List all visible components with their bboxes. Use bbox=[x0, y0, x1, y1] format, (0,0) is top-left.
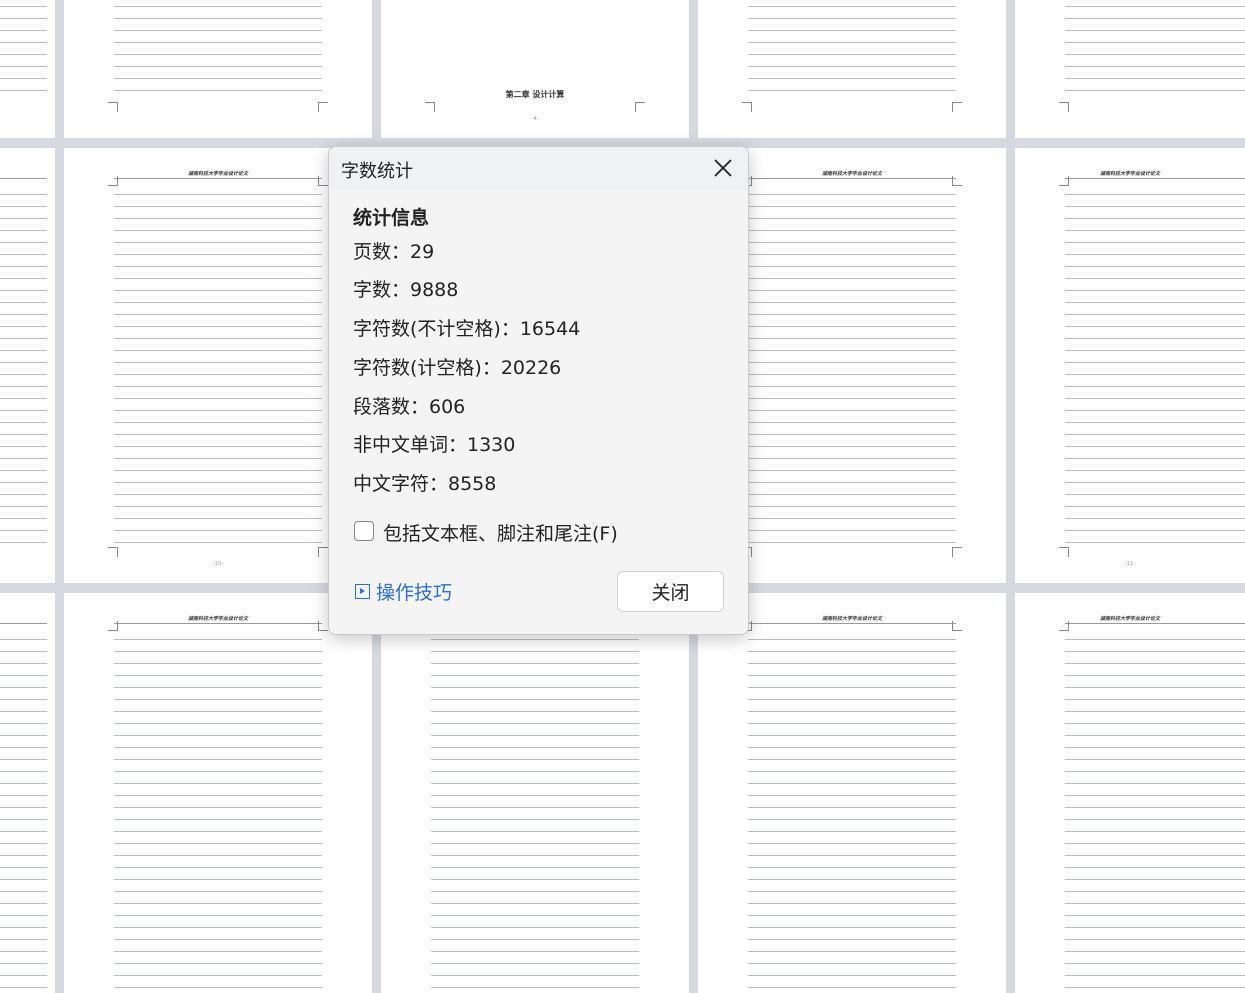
page-number: -4- bbox=[531, 116, 539, 122]
play-icon bbox=[355, 584, 370, 599]
page-thumbnail[interactable] bbox=[0, 0, 55, 138]
page-thumbnail[interactable] bbox=[698, 0, 1006, 138]
page-thumbnail[interactable]: 湖南科技大学毕业设计论文 bbox=[1015, 593, 1245, 993]
word-count-dialog: 字数统计 统计信息 页数：29 字数：9888 字符数(不计空格)：16544 … bbox=[328, 146, 749, 635]
tips-label: 操作技巧 bbox=[376, 582, 453, 604]
page-number: -10- bbox=[213, 561, 223, 567]
dialog-title: 字数统计 bbox=[341, 161, 413, 182]
stat-chars-no-spaces: 字符数(不计空格)：16544 bbox=[353, 318, 581, 340]
page-header: 湖南科技大学毕业设计论文 bbox=[1099, 616, 1160, 622]
dialog-title-bar: 字数统计 bbox=[329, 147, 748, 191]
tips-link[interactable]: 操作技巧 bbox=[355, 578, 452, 605]
stat-paragraphs: 段落数：606 bbox=[353, 396, 466, 418]
page-text bbox=[1065, 633, 1245, 993]
page-text bbox=[1065, 188, 1245, 547]
page-thumbnail[interactable] bbox=[0, 593, 55, 993]
page-text bbox=[1065, 0, 1245, 102]
page-thumbnail[interactable] bbox=[64, 0, 372, 138]
page-thumbnail[interactable]: 湖南科技大学毕业设计论文 -10- bbox=[64, 148, 372, 583]
page-text bbox=[114, 633, 322, 993]
page-thumbnail[interactable]: 湖南科技大学毕业设计论文 bbox=[698, 593, 1006, 993]
page-text bbox=[0, 633, 47, 993]
section-title: 统计信息 bbox=[353, 207, 430, 229]
page-thumbnail[interactable] bbox=[1015, 0, 1245, 138]
page-text bbox=[0, 0, 47, 102]
page-text bbox=[748, 188, 956, 547]
include-textbox-label[interactable]: 包括文本框、脚注和尾注(F) bbox=[383, 519, 618, 546]
page-text bbox=[431, 633, 639, 993]
page-text bbox=[114, 0, 322, 102]
page-thumbnail[interactable]: 湖南科技大学毕业设计论文 bbox=[381, 593, 689, 993]
close-button[interactable]: 关闭 bbox=[617, 571, 724, 612]
stat-chars-with-spaces: 字符数(计空格)：20226 bbox=[353, 357, 562, 379]
page-thumbnail[interactable]: 湖南科技大学毕业设计论文 bbox=[64, 593, 372, 993]
close-icon[interactable] bbox=[712, 157, 734, 179]
page-thumbnail[interactable]: 湖南科技大学毕业设计论文 -11- bbox=[1015, 148, 1245, 583]
page-thumbnail[interactable]: 第二章 设计计算 -4- bbox=[381, 0, 689, 138]
page-text bbox=[0, 188, 47, 547]
page-text bbox=[748, 0, 956, 102]
chapter-heading: 第二章 设计计算 bbox=[505, 90, 565, 99]
include-textbox-checkbox[interactable] bbox=[354, 521, 374, 541]
page-text bbox=[114, 188, 322, 547]
page-number: -11- bbox=[1125, 561, 1135, 567]
stat-chinese-chars: 中文字符：8558 bbox=[353, 473, 497, 495]
stat-non-chinese-words: 非中文单词：1330 bbox=[353, 434, 516, 456]
page-text bbox=[748, 633, 956, 993]
stat-pages: 页数：29 bbox=[353, 241, 435, 263]
page-header: 湖南科技大学毕业设计论文 bbox=[1099, 171, 1160, 177]
page-thumbnail[interactable] bbox=[0, 148, 55, 583]
stat-words: 字数：9888 bbox=[353, 279, 459, 301]
